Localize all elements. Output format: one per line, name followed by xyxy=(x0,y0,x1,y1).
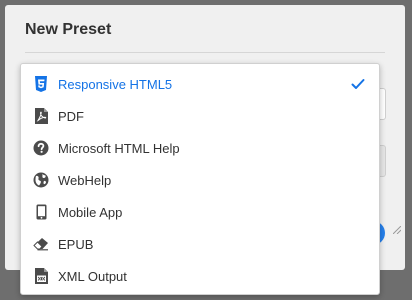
menu-item-epub[interactable]: EPUB xyxy=(21,228,379,260)
menu-item-label: Mobile App xyxy=(58,204,123,220)
menu-item-label: EPUB xyxy=(58,236,94,252)
menu-item-pdf[interactable]: PDF xyxy=(21,100,379,132)
xml-file-icon xyxy=(33,268,49,284)
menu-item-microsoft-html-help[interactable]: Microsoft HTML Help xyxy=(21,132,379,164)
mobile-icon xyxy=(33,204,49,220)
menu-item-xml-output[interactable]: XML Output xyxy=(21,260,379,292)
checkmark-icon xyxy=(351,78,365,90)
dialog-title: New Preset xyxy=(25,21,112,38)
menu-item-mobile-app[interactable]: Mobile App xyxy=(21,196,379,228)
resize-grip-icon[interactable] xyxy=(393,226,401,234)
output-type-dropdown: Responsive HTML5 PDF Microsoft HTML Help xyxy=(20,63,380,295)
eraser-icon xyxy=(33,236,49,252)
menu-item-label: Responsive HTML5 xyxy=(58,76,173,92)
dialog-divider xyxy=(25,52,385,53)
menu-item-label: XML Output xyxy=(58,268,127,284)
menu-item-label: WebHelp xyxy=(58,172,112,188)
html5-icon xyxy=(33,76,49,92)
globe-icon xyxy=(33,172,49,188)
pdf-icon xyxy=(33,108,49,124)
menu-item-webhelp[interactable]: WebHelp xyxy=(21,164,379,196)
help-icon xyxy=(33,140,49,156)
menu-item-label: PDF xyxy=(58,108,84,124)
menu-item-responsive-html5[interactable]: Responsive HTML5 xyxy=(21,68,379,100)
menu-item-label: Microsoft HTML Help xyxy=(58,140,180,156)
